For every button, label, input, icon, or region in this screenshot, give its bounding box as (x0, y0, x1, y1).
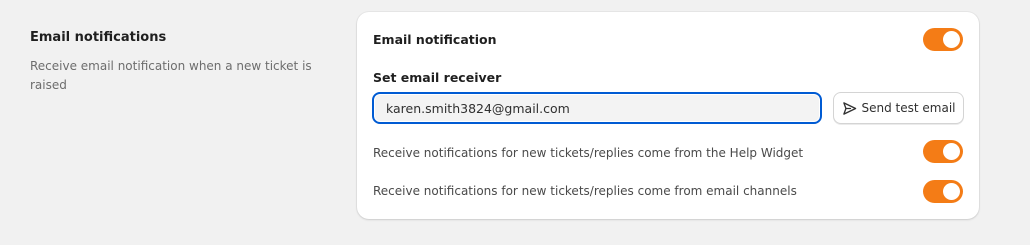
help-widget-option-label: Receive notifications for new tickets/re… (373, 146, 804, 160)
email-channels-toggle[interactable] (923, 180, 963, 203)
toggle-knob (943, 143, 960, 160)
help-widget-toggle[interactable] (923, 140, 963, 163)
email-receiver-input[interactable] (372, 92, 822, 124)
section-title: Email notifications (30, 30, 167, 45)
send-icon (842, 101, 857, 116)
send-test-email-button[interactable]: Send test email (833, 92, 964, 124)
email-channels-option-label: Receive notifications for new tickets/re… (373, 184, 797, 198)
email-settings-card: Email notification Set email receiver Se… (357, 12, 979, 219)
section-intro: Email notifications Receive email notifi… (30, 29, 330, 95)
toggle-knob (943, 31, 960, 48)
section-description: Receive email notification when a new ti… (30, 59, 312, 92)
email-notification-label: Email notification (373, 32, 497, 47)
email-notification-toggle[interactable] (923, 28, 963, 51)
send-test-email-label: Send test email (861, 101, 956, 115)
receiver-label: Set email receiver (373, 70, 502, 85)
toggle-knob (943, 183, 960, 200)
